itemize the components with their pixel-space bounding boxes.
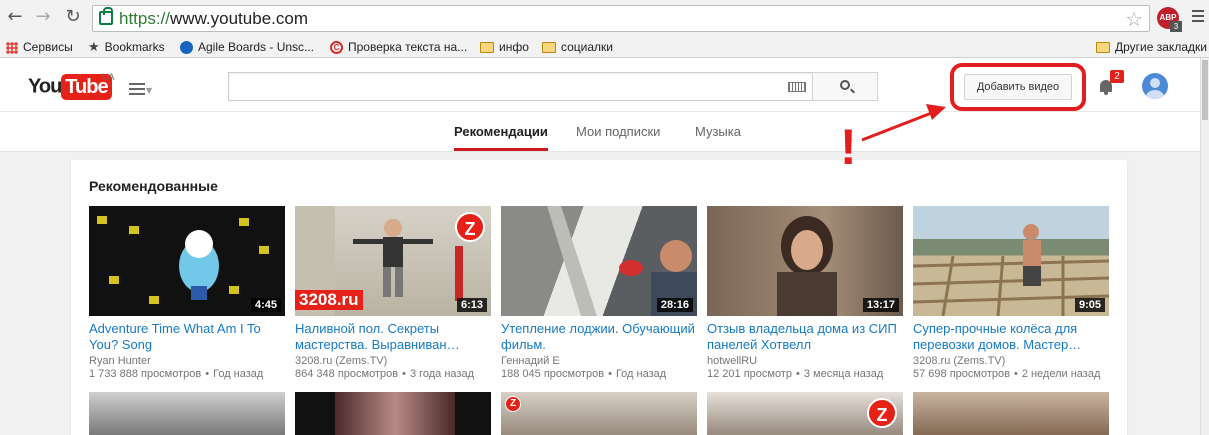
tab-recommendations[interactable]: Рекомендации xyxy=(454,124,548,151)
video-title[interactable]: Отзыв владельца дома из СИП панелей Хотв… xyxy=(707,321,903,353)
section-title: Рекомендованные xyxy=(89,178,218,194)
video-meta: 188 045 просмотров • Год назад xyxy=(501,368,667,380)
brand-watermark: 3208.ru xyxy=(295,290,363,310)
video-card[interactable]: 13:17 Отзыв владельца дома из СИП панеле… xyxy=(707,206,903,380)
video-thumbnail[interactable] xyxy=(913,392,1109,435)
feed-tabs: Рекомендации Мои подписки Музыка xyxy=(0,112,1200,152)
guide-menu-icon[interactable] xyxy=(129,83,145,95)
video-thumbnail[interactable]: 9:05 xyxy=(913,206,1109,316)
apps-icon xyxy=(6,41,18,54)
video-channel[interactable]: 3208.ru (Zems.TV) xyxy=(295,355,491,367)
video-duration: 13:17 xyxy=(862,298,899,312)
region-label: UA xyxy=(102,72,115,82)
video-channel[interactable]: Ryan Hunter xyxy=(89,355,285,367)
notification-badge: 2 xyxy=(1110,70,1124,83)
bookmark-star-icon[interactable]: ☆ xyxy=(1125,7,1143,31)
recommended-section: Рекомендованные 4:45 Adventure Time What… xyxy=(71,160,1127,435)
video-title[interactable]: Супер-прочные колёса для перевозки домов… xyxy=(913,321,1109,353)
bookmark-info[interactable]: инфо xyxy=(480,39,529,55)
reload-icon[interactable]: ↻ xyxy=(62,6,84,28)
video-duration: 9:05 xyxy=(1074,298,1105,312)
video-title[interactable]: Утепление лоджии. Обучающий фильм. xyxy=(501,321,697,353)
bookmark-social[interactable]: социалки xyxy=(542,39,613,55)
bookmark-other[interactable]: Другие закладки xyxy=(1096,39,1207,55)
folder-icon xyxy=(542,42,556,54)
caret-down-icon[interactable]: ▼ xyxy=(146,86,152,95)
copyright-icon: C xyxy=(330,41,343,55)
zems-logo-icon: Z xyxy=(867,398,897,428)
video-title[interactable]: Наливной пол. Секреты мастерства. Выравн… xyxy=(295,321,491,353)
video-meta: 1 733 888 просмотров • Год назад xyxy=(89,368,264,380)
scrollbar-thumb[interactable] xyxy=(1202,60,1208,120)
video-meta: 864 348 просмотров • 3 года назад xyxy=(295,368,474,380)
scrollbar[interactable] xyxy=(1200,58,1209,435)
forward-icon[interactable]: → xyxy=(32,6,54,28)
video-thumbnail[interactable]: 13:17 xyxy=(707,206,903,316)
video-thumbnail[interactable]: Z xyxy=(501,392,697,435)
bookmarks-bar: Сервисы ★ Bookmarks Agile Boards - Unsc..… xyxy=(0,36,1209,58)
folder-icon xyxy=(480,42,494,54)
browser-toolbar: ← → ↻ https://www.youtube.com ☆ ABP 3 xyxy=(0,0,1209,36)
tab-music[interactable]: Музыка xyxy=(695,124,741,139)
search-icon xyxy=(840,80,850,90)
zems-logo-icon: Z xyxy=(505,396,521,412)
folder-icon xyxy=(1096,42,1110,54)
youtube-header: You Tube UA ▼ Добавить видео 2 xyxy=(0,58,1200,112)
video-card[interactable]: 28:16 Утепление лоджии. Обучающий фильм.… xyxy=(501,206,697,380)
video-channel[interactable]: 3208.ru (Zems.TV) xyxy=(913,355,1109,367)
bookmark-agile[interactable]: Agile Boards - Unsc... xyxy=(180,39,314,55)
bookmark-text-check[interactable]: C Проверка текста на... xyxy=(330,39,467,55)
video-title[interactable]: Adventure Time What Am I To You? Song xyxy=(89,321,285,353)
lock-icon xyxy=(99,7,113,25)
video-meta: 57 698 просмотров • 2 недели назад xyxy=(913,368,1101,380)
back-icon[interactable]: ← xyxy=(4,6,26,28)
video-card[interactable]: 9:05 Супер-прочные колёса для перевозки … xyxy=(913,206,1109,380)
annotation-highlight xyxy=(950,63,1086,111)
bookmark-bookmarks[interactable]: ★ Bookmarks xyxy=(88,39,165,55)
browser-menu-icon[interactable] xyxy=(1192,10,1204,26)
search-button[interactable] xyxy=(812,72,878,101)
url-text: https://www.youtube.com xyxy=(119,9,308,28)
tab-subscriptions[interactable]: Мои подписки xyxy=(576,124,660,139)
video-card[interactable]: 4:45 Adventure Time What Am I To You? So… xyxy=(89,206,285,380)
adblock-count: 3 xyxy=(1170,21,1182,32)
zems-logo-icon: Z xyxy=(455,212,485,242)
video-channel[interactable]: hotwellRU xyxy=(707,355,903,367)
video-meta: 12 201 просмотр • 3 месяца назад xyxy=(707,368,884,380)
video-channel[interactable]: Геннадий Е xyxy=(501,355,697,367)
bookmark-services[interactable]: Сервисы xyxy=(6,39,73,55)
video-duration: 6:13 xyxy=(456,298,487,312)
youtube-logo[interactable]: You Tube xyxy=(28,74,112,100)
video-duration: 28:16 xyxy=(656,298,693,312)
video-thumbnail[interactable]: 28:16 xyxy=(501,206,697,316)
video-thumbnail[interactable] xyxy=(295,392,491,435)
search-input[interactable] xyxy=(228,72,813,101)
video-thumbnail[interactable] xyxy=(89,392,285,435)
address-bar[interactable]: https://www.youtube.com ☆ xyxy=(92,5,1150,32)
video-thumbnail[interactable]: 4:45 xyxy=(89,206,285,316)
video-thumbnail[interactable]: Z 3208.ru 6:13 xyxy=(295,206,491,316)
video-card[interactable]: Z 3208.ru 6:13 Наливной пол. Секреты мас… xyxy=(295,206,491,380)
video-duration: 4:45 xyxy=(250,298,281,312)
video-thumbnail[interactable]: Z xyxy=(707,392,903,435)
star-icon: ★ xyxy=(88,39,100,55)
keyboard-icon[interactable] xyxy=(788,82,806,92)
avatar[interactable] xyxy=(1142,73,1168,99)
agile-icon xyxy=(180,41,193,55)
